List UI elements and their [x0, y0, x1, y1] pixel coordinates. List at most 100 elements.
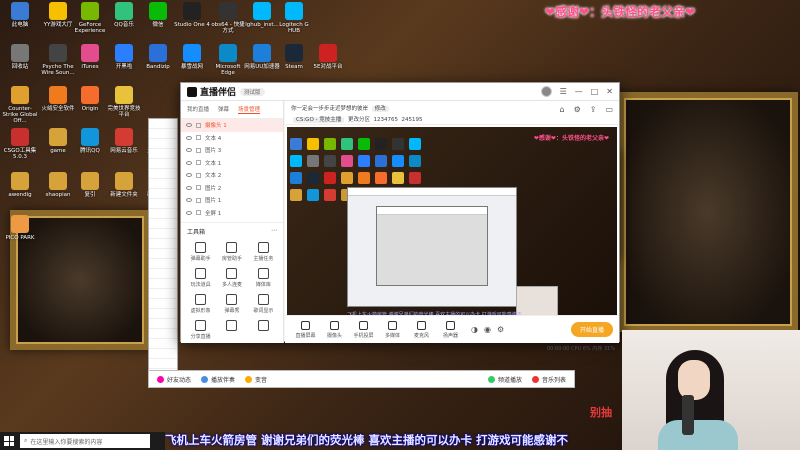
tool-item[interactable]: 歌词显示 — [248, 294, 279, 314]
desktop-icon[interactable]: awendig — [2, 172, 38, 198]
source-button[interactable]: 摄像头 — [320, 320, 349, 339]
desktop-icon[interactable]: 此电脑 — [2, 2, 38, 28]
side-panel-row[interactable] — [149, 189, 177, 199]
desktop-icon[interactable]: game — [40, 128, 76, 154]
desktop-icon[interactable]: Origin — [72, 86, 108, 112]
lock-icon[interactable] — [196, 197, 201, 203]
more-icon[interactable]: ⋯ — [271, 227, 277, 236]
eye-icon[interactable]: ◉ — [484, 325, 491, 334]
desktop-icon[interactable]: CSGO工具集 5.0.3 — [2, 128, 38, 160]
edit-title-button[interactable]: 修改 — [371, 106, 389, 112]
scene-item[interactable]: 摄像头 1 — [181, 119, 283, 132]
desktop-icon[interactable]: 开黑啦 — [106, 44, 142, 70]
desktop-icon[interactable]: 网易云音乐 — [106, 128, 142, 154]
side-panel-row[interactable] — [149, 279, 177, 289]
source-button[interactable]: 直播屏幕 — [291, 320, 320, 339]
tab-danmaku[interactable]: 弹幕 — [218, 105, 229, 114]
side-panel-row[interactable] — [149, 179, 177, 189]
side-panel-row[interactable] — [149, 209, 177, 219]
tool-item[interactable]: 媒体库 — [248, 268, 279, 288]
tool-item[interactable]: 弹幕助手 — [185, 242, 216, 262]
lock-icon[interactable]: ⌂ — [559, 105, 564, 114]
lock-icon[interactable] — [196, 147, 201, 153]
minimize-icon[interactable]: — — [575, 87, 583, 96]
side-panel-row[interactable] — [149, 269, 177, 279]
side-panel-row[interactable] — [149, 239, 177, 249]
tool-item[interactable]: 弹幕秀 — [216, 294, 247, 314]
side-panel-row[interactable] — [149, 169, 177, 179]
tab-scenes[interactable]: 场景管理 — [238, 105, 261, 114]
side-panel-row[interactable] — [149, 119, 177, 129]
desktop-icon[interactable]: 暴雪战网 — [174, 44, 210, 70]
desktop-icon[interactable]: GeForce Experience — [72, 2, 108, 34]
desktop-icon[interactable]: Microsoft Edge — [210, 44, 246, 76]
share-icon[interactable]: ⇪ — [590, 105, 597, 114]
desktop-icon[interactable]: Logitech G HUB — [276, 2, 312, 34]
tool-item[interactable]: 多人连麦 — [216, 268, 247, 288]
side-panel-row[interactable] — [149, 289, 177, 299]
desktop-icon[interactable]: 新建文件夹 — [106, 172, 142, 198]
tool-item[interactable]: 主播任务 — [248, 242, 279, 262]
channel-play-button[interactable]: 频道播放 — [487, 375, 522, 384]
scene-item[interactable]: 文本 1 — [181, 157, 283, 170]
desktop-icon[interactable]: lghub_inst... — [244, 2, 280, 28]
eye-icon[interactable] — [186, 160, 192, 165]
side-panel-row[interactable] — [149, 139, 177, 149]
source-button[interactable]: 扬声器 — [436, 320, 465, 339]
voice-change-button[interactable]: 变音 — [245, 375, 267, 384]
desktop-icon[interactable]: Bandizip — [140, 44, 176, 70]
play-accompaniment-button[interactable]: 播放伴奏 — [201, 375, 235, 384]
scene-item[interactable]: 图片 2 — [181, 182, 283, 195]
lock-icon[interactable] — [196, 135, 201, 141]
side-panel-row[interactable] — [149, 299, 177, 309]
eye-icon[interactable] — [186, 148, 192, 153]
desktop-icon[interactable]: QQ音乐 — [106, 2, 142, 28]
side-panel-row[interactable] — [149, 249, 177, 259]
tool-item[interactable]: 房管助手 — [216, 242, 247, 262]
desktop-icon[interactable]: Counter-Strike Global Off... — [2, 86, 38, 124]
desktop-icon[interactable]: 火绒安全软件 — [40, 86, 76, 112]
desktop-icon[interactable]: iTunes — [72, 44, 108, 70]
desktop-icon[interactable]: 腾讯QQ — [72, 128, 108, 154]
start-live-button[interactable]: 开始直播 — [570, 322, 613, 337]
side-panel-row[interactable] — [149, 359, 177, 369]
desktop-icon[interactable]: 完美世界竞技平台 — [106, 86, 142, 118]
eye-icon[interactable] — [186, 123, 192, 128]
desktop-icon[interactable]: 微信 — [140, 2, 176, 28]
lock-icon[interactable] — [196, 185, 201, 191]
desktop-icon[interactable]: 复引 — [72, 172, 108, 198]
side-panel-row[interactable] — [149, 339, 177, 349]
desktop-icon[interactable]: Steam — [276, 44, 312, 70]
eye-icon[interactable] — [186, 173, 192, 178]
tab-my-live[interactable]: 我的直播 — [187, 105, 209, 114]
tool-item[interactable]: 虚拟形象 — [185, 294, 216, 314]
windows-start-icon[interactable] — [4, 436, 14, 446]
scene-item[interactable]: 图片 1 — [181, 194, 283, 207]
eye-icon[interactable] — [186, 210, 192, 215]
eye-icon[interactable] — [186, 135, 192, 140]
version-pill[interactable]: 测试版 — [240, 87, 265, 96]
source-button[interactable]: 多媒体 — [378, 320, 407, 339]
screen-icon[interactable]: ▭ — [605, 105, 613, 114]
taskbar-search[interactable]: ⌕ 在这里输入你要搜索的内容 — [20, 434, 150, 448]
tool-item[interactable] — [248, 320, 279, 340]
gear-icon[interactable]: ⚙ — [497, 325, 504, 334]
side-panel-row[interactable] — [149, 159, 177, 169]
live-preview[interactable]: ❤感谢❤：头铁怪的老父亲❤ 飞机上车火箭房管 谢谢兄弟们的荧光棒 喜欢主播的可以… — [287, 127, 617, 323]
lock-icon[interactable] — [196, 210, 201, 216]
maximize-icon[interactable]: □ — [591, 87, 599, 96]
desktop-icon[interactable]: shaopian — [40, 172, 76, 198]
desktop-icon[interactable]: Psycho The Wire Soun... — [40, 44, 76, 76]
desktop-icon[interactable]: 网易UU加速器 — [244, 44, 280, 70]
side-panel-row[interactable] — [149, 129, 177, 139]
eye-icon[interactable] — [186, 185, 192, 190]
scene-item[interactable]: 文本 4 — [181, 132, 283, 145]
side-panel-row[interactable] — [149, 349, 177, 359]
desktop-icon[interactable]: Studio One 4 — [174, 2, 210, 28]
lock-icon[interactable] — [196, 172, 201, 178]
side-panel-row[interactable] — [149, 149, 177, 159]
lock-icon[interactable] — [196, 122, 201, 128]
friend-activity-button[interactable]: 好友动态 — [157, 375, 191, 384]
mic-level-icon[interactable]: ◑ — [471, 325, 478, 334]
side-panel-row[interactable] — [149, 309, 177, 319]
